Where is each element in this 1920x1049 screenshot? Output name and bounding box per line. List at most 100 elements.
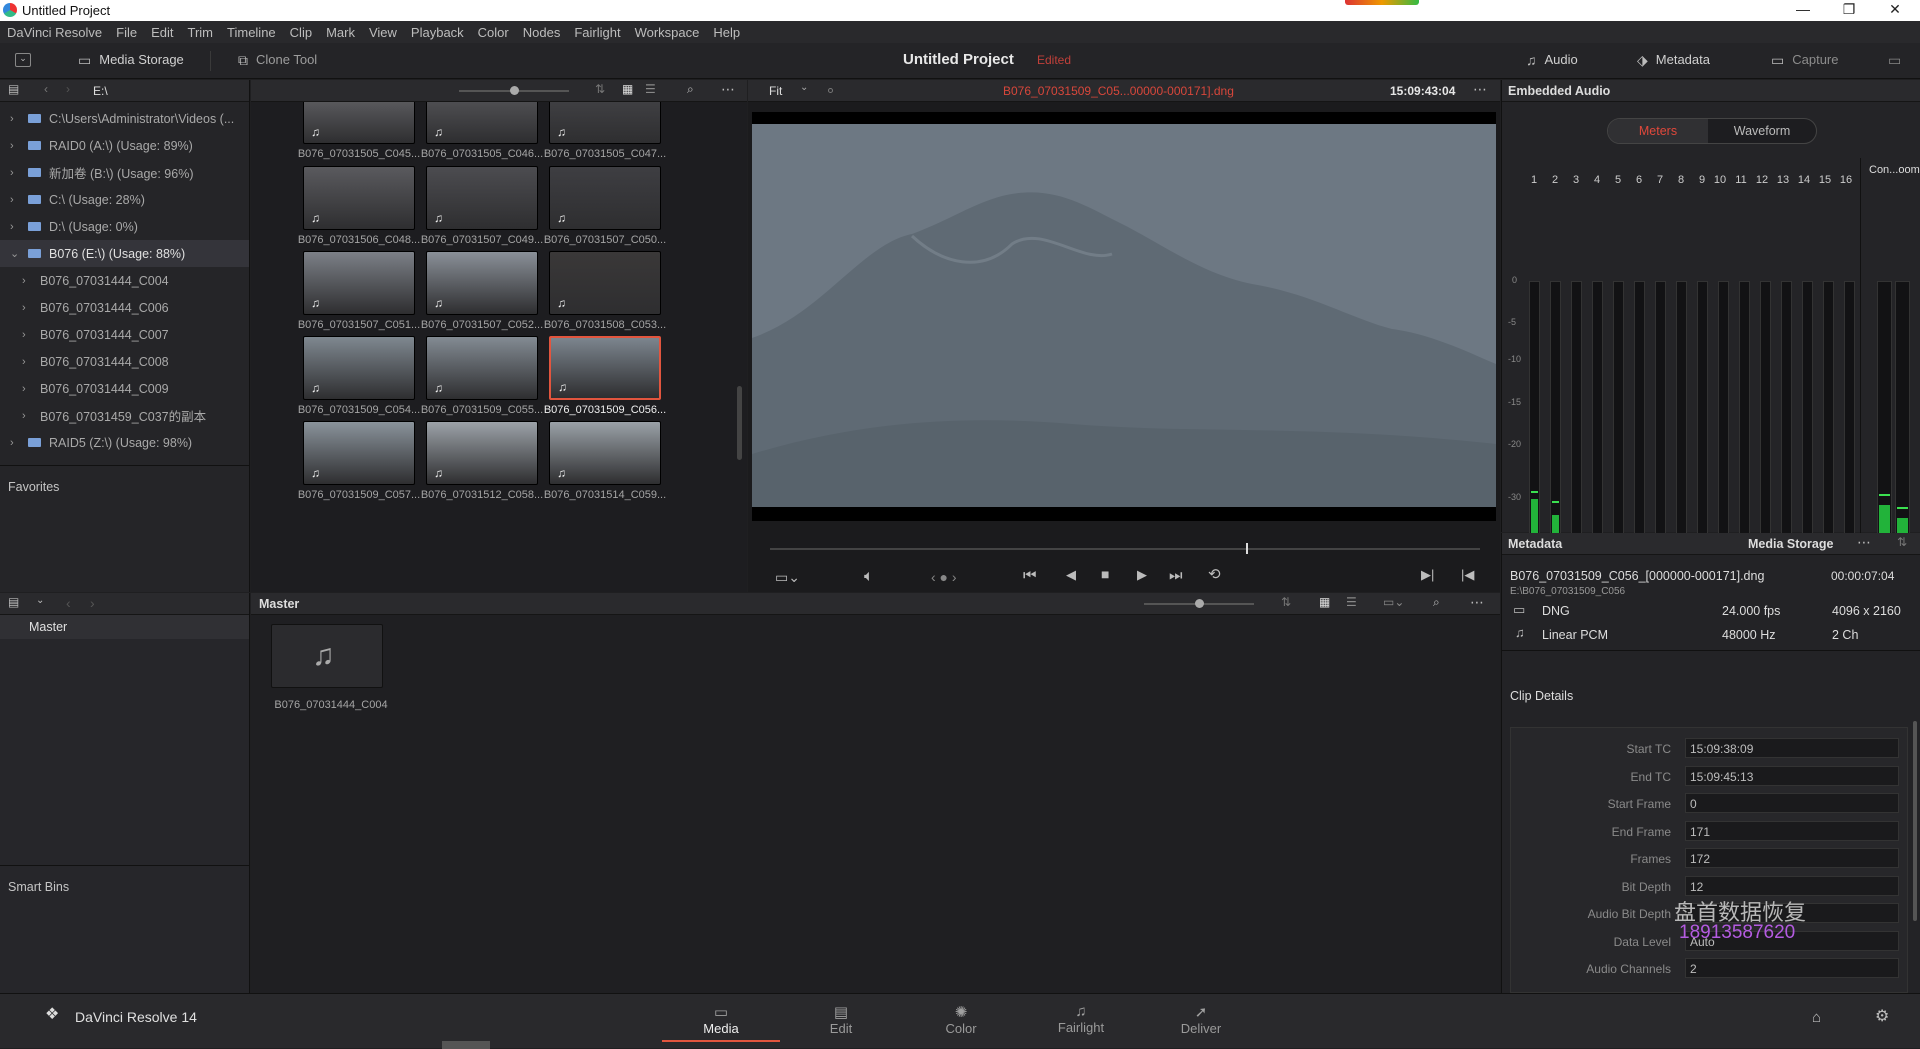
page-tab-color[interactable]: ✺ Color xyxy=(902,994,1020,1042)
more-options-icon[interactable]: ⋯ xyxy=(721,82,735,96)
stop-icon[interactable]: ■ xyxy=(1101,567,1109,581)
clip-thumbnail[interactable]: ♫ xyxy=(426,336,538,400)
loop-icon[interactable]: ⟲ xyxy=(1208,567,1221,582)
skip-to-start-icon[interactable]: ⏮ xyxy=(1023,568,1037,583)
skip-to-end-icon[interactable]: ⏭ xyxy=(1169,568,1183,583)
back-arrow-icon[interactable]: ‹ xyxy=(44,83,48,95)
metadata-field-input[interactable]: 0 xyxy=(1685,793,1899,813)
grid-view-icon[interactable]: ▦ xyxy=(622,83,633,95)
settings-gear-icon[interactable]: ⚙ xyxy=(1875,1009,1889,1025)
speaker-icon[interactable]: 🔈︎ xyxy=(864,569,874,585)
clip-thumbnail[interactable]: ♫ xyxy=(426,251,538,315)
menu-item[interactable]: Clip xyxy=(283,25,319,40)
tree-item-drive[interactable]: › 新加卷 (B:\) (Usage: 96%) xyxy=(0,159,249,186)
chevron-right-icon[interactable]: › xyxy=(10,221,22,233)
tree-item-folder[interactable]: › B076_07031444_C004 xyxy=(0,267,249,294)
audio-button[interactable]: ♫ Audio xyxy=(1526,52,1578,67)
chevron-right-icon[interactable]: › xyxy=(10,437,22,449)
panel-toggle-icon[interactable]: ⌄ xyxy=(15,53,31,67)
metadata-field-input[interactable]: 171 xyxy=(1685,820,1899,841)
grid-view-icon[interactable]: ▦ xyxy=(1319,596,1330,608)
home-icon[interactable]: ⌂ xyxy=(1812,1010,1821,1025)
close-button[interactable]: ✕ xyxy=(1872,1,1918,18)
view-options-icon[interactable]: ▭⌄ xyxy=(775,570,800,584)
menu-item[interactable]: Help xyxy=(706,25,747,40)
mark-out-icon[interactable]: |◀ xyxy=(1461,568,1474,581)
clip-thumbnail[interactable]: ♫ xyxy=(549,421,661,485)
tree-item-drive[interactable]: › C:\Users\Administrator\Videos (... xyxy=(0,105,249,132)
menu-item[interactable]: Nodes xyxy=(516,25,568,40)
tree-item-drive[interactable]: › RAID0 (A:\) (Usage: 89%) xyxy=(0,132,249,159)
menu-item[interactable]: Workspace xyxy=(628,25,707,40)
menu-item[interactable]: Timeline xyxy=(220,25,283,40)
menu-item[interactable]: View xyxy=(362,25,404,40)
clip-view-icon[interactable]: ▭⌄ xyxy=(1383,596,1404,608)
tree-item-drive[interactable]: › RAID5 (Z:\) (Usage: 98%) xyxy=(0,429,249,456)
clip-thumbnail[interactable]: ♫ xyxy=(426,166,538,230)
metadata-field-input[interactable]: 2 xyxy=(1685,958,1899,978)
monitor-icon[interactable]: ▭ xyxy=(1888,53,1901,67)
chevron-right-icon[interactable]: › xyxy=(10,194,22,206)
tree-item-folder[interactable]: › B076_07031444_C009 xyxy=(0,375,249,402)
jog-control-icon[interactable]: ‹ ● › xyxy=(931,570,957,584)
metadata-field-input[interactable]: 12 xyxy=(1685,875,1899,896)
metadata-field-input[interactable]: 15:09:45:13 xyxy=(1685,765,1899,786)
tree-item-drive[interactable]: ⌄ B076 (E:\) (Usage: 88%) xyxy=(0,240,249,267)
metadata-field-input[interactable]: 172 xyxy=(1685,848,1899,868)
more-options-icon[interactable]: ⋯ xyxy=(1857,535,1871,549)
pool-thumb-slider-handle[interactable] xyxy=(1195,599,1204,608)
menu-item[interactable]: Mark xyxy=(319,25,362,40)
sort-icon[interactable]: ⇅ xyxy=(1897,536,1907,548)
tree-item-folder[interactable]: › B076_07031444_C007 xyxy=(0,321,249,348)
play-reverse-icon[interactable]: ◀ xyxy=(1066,568,1076,581)
clip-thumbnail[interactable]: ♫ xyxy=(303,102,415,144)
chevron-right-icon[interactable]: › xyxy=(10,113,22,125)
menu-item[interactable]: Color xyxy=(471,25,516,40)
list-view-icon[interactable]: ☰ xyxy=(645,83,656,95)
capture-button[interactable]: ▭ Capture xyxy=(1771,52,1838,67)
pool-clip[interactable]: ♫ xyxy=(271,624,383,688)
clip-thumbnail[interactable]: ♫ xyxy=(549,336,661,400)
tree-item-folder[interactable]: › B076_07031444_C006 xyxy=(0,294,249,321)
tree-item-drive[interactable]: › D:\ (Usage: 0%) xyxy=(0,213,249,240)
clip-thumbnail[interactable]: ♫ xyxy=(549,251,661,315)
menu-item[interactable]: File xyxy=(109,25,144,40)
chevron-right-icon[interactable]: › xyxy=(22,275,34,287)
clip-thumbnail[interactable]: ♫ xyxy=(426,421,538,485)
page-tab-media[interactable]: ▭ Media xyxy=(662,994,780,1042)
play-icon[interactable]: ▶ xyxy=(1137,568,1147,581)
clip-thumbnail[interactable]: ♫ xyxy=(303,251,415,315)
metadata-button[interactable]: ⬗ Metadata xyxy=(1637,52,1710,67)
chevron-down-icon[interactable]: ⌄ xyxy=(10,247,22,260)
tree-item-folder[interactable]: › B076_07031459_C037的副本 xyxy=(0,402,249,429)
tree-item-folder[interactable]: › B076_07031444_C008 xyxy=(0,348,249,375)
sort-icon[interactable]: ⇅ xyxy=(1281,596,1291,608)
back-arrow-icon[interactable]: ‹ xyxy=(66,596,71,610)
chevron-down-icon[interactable]: ⌄ xyxy=(36,596,44,606)
viewer-scrubber[interactable] xyxy=(770,548,1480,550)
page-tab-deliver[interactable]: ➚ Deliver xyxy=(1142,994,1260,1042)
bin-item-master[interactable]: Master xyxy=(0,615,249,639)
clip-thumbnail[interactable]: ♫ xyxy=(426,102,538,144)
zoom-select[interactable]: Fit xyxy=(769,84,782,98)
viewer-playhead[interactable] xyxy=(1245,543,1248,554)
search-icon[interactable]: ⌕ xyxy=(687,83,694,95)
chevron-right-icon[interactable]: › xyxy=(22,356,34,368)
chevron-right-icon[interactable]: › xyxy=(10,140,22,152)
maximize-button[interactable]: ❐ xyxy=(1826,1,1872,18)
viewer-frame[interactable] xyxy=(752,112,1496,521)
sidebar-toggle-icon[interactable]: ▤ xyxy=(8,83,19,95)
menu-item[interactable]: Playback xyxy=(404,25,471,40)
chevron-right-icon[interactable]: › xyxy=(22,329,34,341)
more-options-icon[interactable]: ⋯ xyxy=(1473,82,1487,96)
chevron-down-icon[interactable]: ⌄ xyxy=(800,83,808,93)
list-view-icon[interactable]: ☰ xyxy=(1346,596,1357,608)
media-storage-button[interactable]: ▭ Media Storage xyxy=(78,52,184,67)
more-options-icon[interactable]: ⋯ xyxy=(1470,595,1484,609)
sort-icon[interactable]: ⇅ xyxy=(595,83,605,95)
thumbs-scrollbar[interactable] xyxy=(737,386,742,460)
clip-thumbnail[interactable]: ♫ xyxy=(303,166,415,230)
chevron-right-icon[interactable]: › xyxy=(22,383,34,395)
clip-thumbnail[interactable]: ♫ xyxy=(303,336,415,400)
menu-item[interactable]: Trim xyxy=(181,25,221,40)
